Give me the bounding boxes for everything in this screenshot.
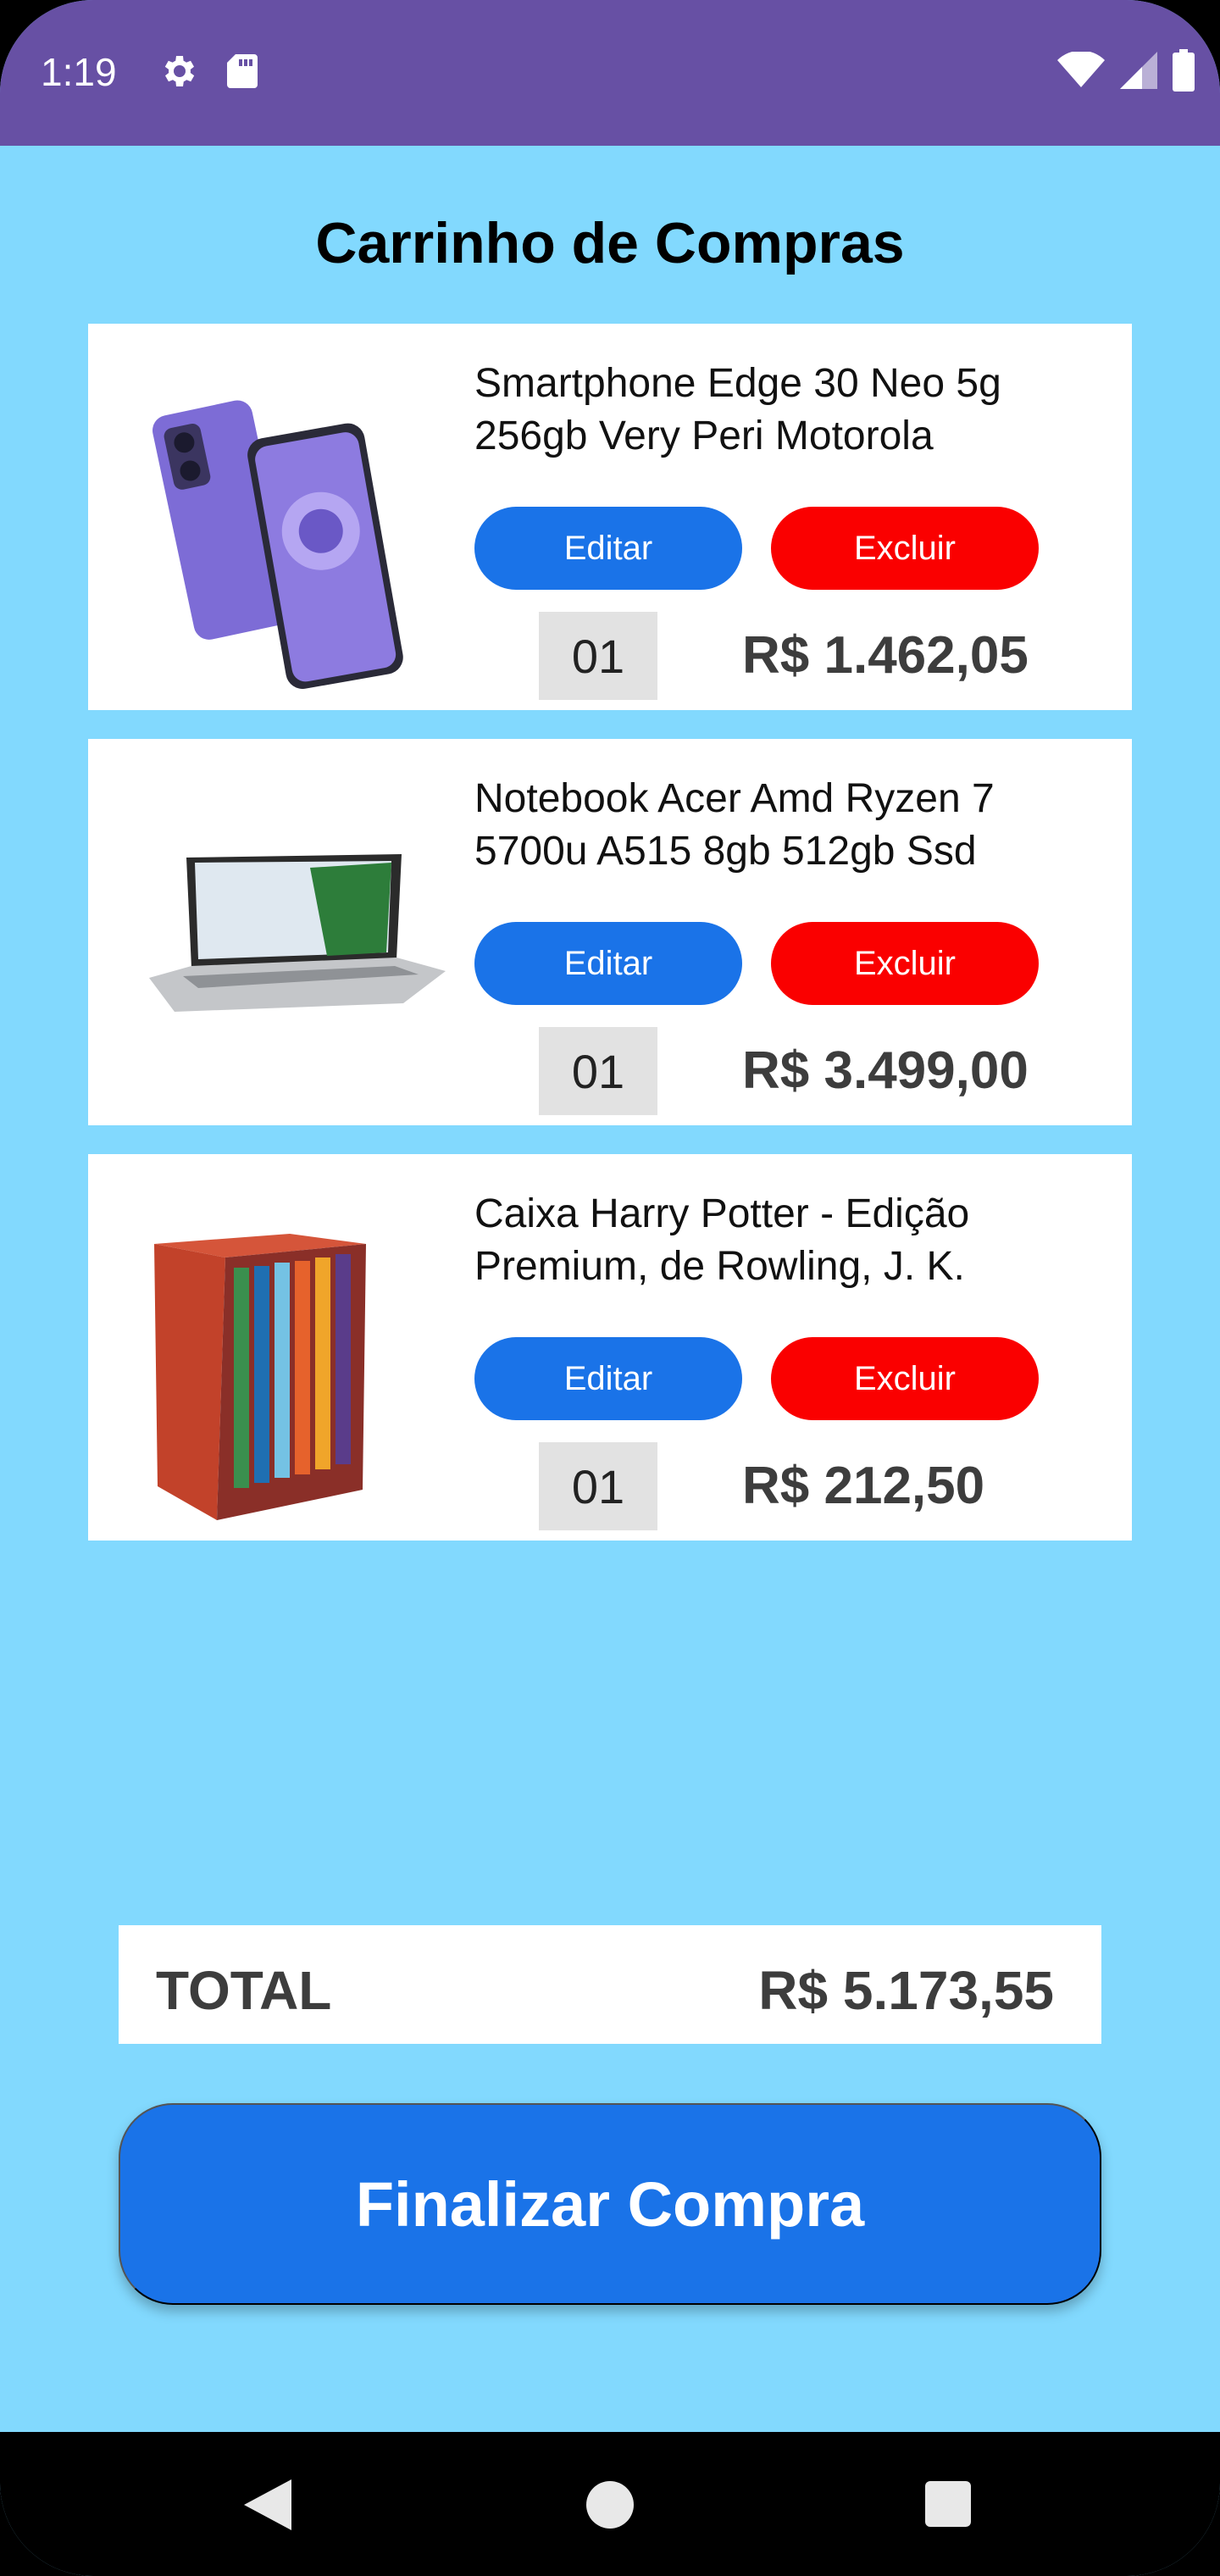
- back-icon[interactable]: [244, 2479, 291, 2530]
- product-image-book-box: [154, 1234, 366, 1520]
- total-value: R$ 5.173,55: [758, 1960, 1054, 2021]
- edit-button[interactable]: Editar: [474, 507, 742, 590]
- total-summary: TOTAL R$ 5.173,55: [119, 1925, 1101, 2044]
- product-name: Smartphone Edge 30 Neo 5g 256gb Very Per…: [474, 361, 1001, 458]
- page-title: Carrinho de Compras: [315, 211, 905, 275]
- edit-button[interactable]: Editar: [474, 922, 742, 1005]
- delete-button[interactable]: Excluir: [771, 1337, 1039, 1420]
- status-bar: 1:19: [0, 0, 1220, 146]
- cart-item: Notebook Acer Amd Ryzen 7 5700u A515 8gb…: [88, 739, 1132, 1125]
- gear-icon: [164, 56, 195, 86]
- navigation-bar: [0, 2432, 1220, 2576]
- checkout-button[interactable]: Finalizar Compra: [119, 2103, 1101, 2305]
- battery-icon: [1173, 49, 1195, 92]
- total-label: TOTAL: [156, 1960, 332, 2021]
- product-price: R$ 3.499,00: [742, 1041, 1029, 1100]
- product-image-notebook: [149, 854, 446, 1012]
- product-name: Caixa Harry Potter - Edição Premium, de …: [474, 1191, 970, 1289]
- edit-button[interactable]: Editar: [474, 1337, 742, 1420]
- delete-button[interactable]: Excluir: [771, 922, 1039, 1005]
- product-name: Notebook Acer Amd Ryzen 7 5700u A515 8gb…: [474, 776, 995, 874]
- signal-icon: [1120, 52, 1157, 89]
- delete-button[interactable]: Excluir: [771, 507, 1039, 590]
- product-image-smartphone: [152, 400, 403, 689]
- cart-item: Caixa Harry Potter - Edição Premium, de …: [88, 1154, 1132, 1541]
- quantity-field[interactable]: 01: [539, 1027, 657, 1115]
- product-price: R$ 1.462,05: [742, 626, 1029, 685]
- quantity-field[interactable]: 01: [539, 1442, 657, 1530]
- sd-card-icon: [227, 54, 258, 88]
- status-time: 1:19: [41, 50, 117, 94]
- product-price: R$ 212,50: [742, 1457, 985, 1515]
- cart-item: Smartphone Edge 30 Neo 5g 256gb Very Per…: [88, 324, 1132, 710]
- wifi-icon: [1057, 52, 1105, 87]
- phone-screen: 1:19 Carrinho de Compras Smartphone Edge…: [0, 0, 1220, 2576]
- quantity-field[interactable]: 01: [539, 612, 657, 700]
- status-right-icons: [1057, 49, 1195, 92]
- recents-icon[interactable]: [925, 2481, 971, 2527]
- home-icon[interactable]: [586, 2481, 634, 2529]
